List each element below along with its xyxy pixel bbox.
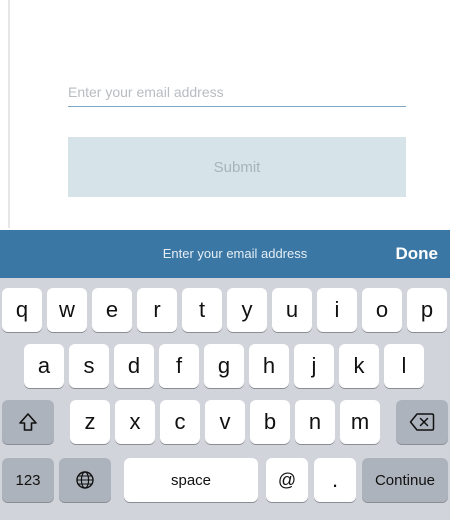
key-u[interactable]: u xyxy=(272,288,312,332)
key-o[interactable]: o xyxy=(362,288,402,332)
key-l[interactable]: l xyxy=(384,344,424,388)
key-w[interactable]: w xyxy=(47,288,87,332)
key-v[interactable]: v xyxy=(205,400,245,444)
left-edge-divider xyxy=(8,0,10,228)
at-key[interactable]: @ xyxy=(266,458,308,502)
key-c[interactable]: c xyxy=(160,400,200,444)
backspace-icon xyxy=(409,412,435,432)
key-d[interactable]: d xyxy=(114,344,154,388)
key-s[interactable]: s xyxy=(69,344,109,388)
key-p[interactable]: p xyxy=(407,288,447,332)
key-f[interactable]: f xyxy=(159,344,199,388)
dot-key[interactable]: . xyxy=(314,458,356,502)
key-e[interactable]: e xyxy=(92,288,132,332)
key-g[interactable]: g xyxy=(204,344,244,388)
continue-key[interactable]: Continue xyxy=(362,458,448,502)
key-j[interactable]: j xyxy=(294,344,334,388)
email-field[interactable] xyxy=(68,78,406,107)
done-button[interactable]: Done xyxy=(396,230,439,278)
key-r[interactable]: r xyxy=(137,288,177,332)
toolbar-title: Enter your email address xyxy=(162,246,308,261)
shift-key[interactable] xyxy=(2,400,54,444)
key-i[interactable]: i xyxy=(317,288,357,332)
key-h[interactable]: h xyxy=(249,344,289,388)
submit-button[interactable]: Submit xyxy=(68,137,406,197)
key-a[interactable]: a xyxy=(24,344,64,388)
space-key[interactable]: space xyxy=(124,458,258,502)
key-y[interactable]: y xyxy=(227,288,267,332)
key-k[interactable]: k xyxy=(339,344,379,388)
globe-key[interactable] xyxy=(59,458,111,502)
key-n[interactable]: n xyxy=(295,400,335,444)
keyboard-toolbar: Enter your email address Done xyxy=(0,230,450,278)
shift-icon xyxy=(17,411,39,433)
key-m[interactable]: m xyxy=(340,400,380,444)
globe-icon xyxy=(75,470,95,490)
backspace-key[interactable] xyxy=(396,400,448,444)
keyboard: q w e r t y u i o p a s d f g h j k l z … xyxy=(0,278,450,520)
key-b[interactable]: b xyxy=(250,400,290,444)
email-field-wrapper xyxy=(68,78,406,108)
key-t[interactable]: t xyxy=(182,288,222,332)
key-x[interactable]: x xyxy=(115,400,155,444)
key-q[interactable]: q xyxy=(2,288,42,332)
numbers-key[interactable]: 123 xyxy=(2,458,54,502)
key-z[interactable]: z xyxy=(70,400,110,444)
